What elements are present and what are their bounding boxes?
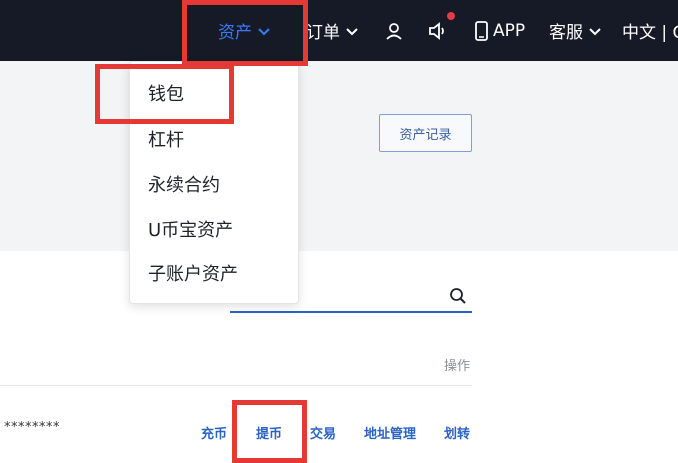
nav-orders[interactable]: 订单 [306, 0, 358, 61]
deposit-link[interactable]: 充币 [201, 423, 227, 442]
asset-record-button[interactable]: 资产记录 [379, 114, 472, 152]
summary-panel [0, 61, 678, 251]
address-management-link[interactable]: 地址管理 [364, 423, 416, 442]
nav-orders-label: 订单 [306, 23, 340, 43]
assets-dropdown-menu: 钱包 杠杆 永续合约 U币宝资产 子账户资产 [129, 61, 299, 304]
chevron-down-icon [258, 21, 270, 41]
withdraw-link[interactable]: 提币 [256, 423, 282, 442]
menu-item-margin[interactable]: 杠杆 [148, 126, 184, 152]
menu-item-earn-assets[interactable]: U币宝资产 [148, 216, 233, 242]
top-nav-bar: 资产 订单 APP 客服 中文 | C [0, 0, 678, 61]
search-icon[interactable] [449, 287, 467, 309]
nav-language[interactable]: 中文 | C [622, 0, 678, 61]
masked-balance: ******** [4, 420, 60, 435]
menu-item-perpetual[interactable]: 永续合约 [148, 171, 220, 197]
nav-assets[interactable]: 资产 [218, 0, 270, 61]
nav-service[interactable]: 客服 [549, 0, 601, 61]
speaker-icon[interactable] [428, 0, 448, 61]
nav-language-label: 中文 | C [622, 23, 678, 43]
chevron-down-icon [589, 21, 601, 41]
menu-item-subaccount-assets[interactable]: 子账户资产 [148, 260, 238, 286]
trade-link[interactable]: 交易 [310, 423, 336, 442]
operation-column-header: 操作 [444, 359, 471, 374]
transfer-link[interactable]: 划转 [444, 423, 472, 442]
nav-service-label: 客服 [549, 23, 583, 43]
table-divider [0, 385, 472, 386]
nav-app-label: APP [493, 20, 526, 41]
chevron-down-icon [346, 21, 358, 41]
menu-item-wallet[interactable]: 钱包 [148, 80, 184, 106]
nav-app[interactable]: APP [475, 0, 525, 61]
user-icon[interactable] [385, 0, 403, 61]
notification-dot [447, 12, 455, 20]
nav-assets-label: 资产 [218, 23, 252, 43]
phone-icon [475, 20, 488, 41]
search-input[interactable] [230, 311, 472, 313]
